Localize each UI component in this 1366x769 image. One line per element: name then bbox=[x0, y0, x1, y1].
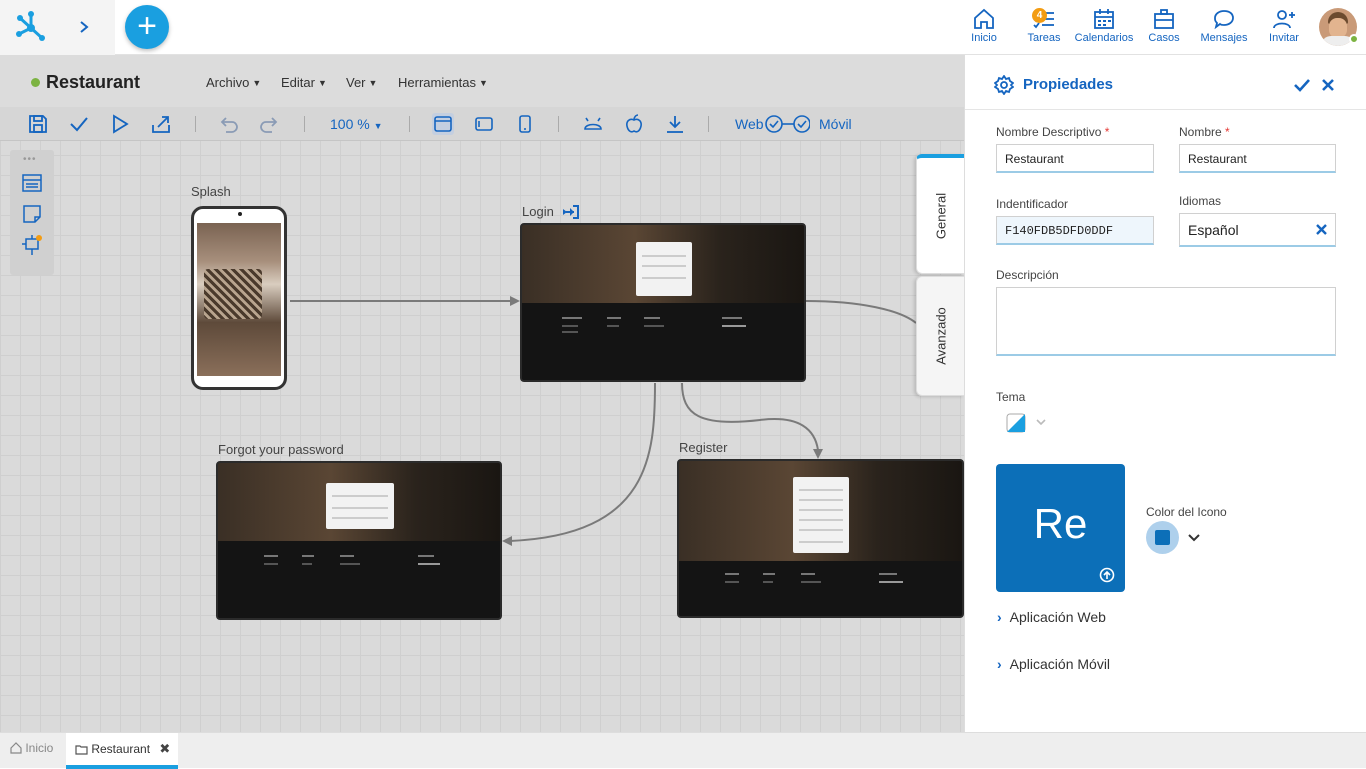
logo-area bbox=[0, 0, 115, 55]
briefcase-icon bbox=[1154, 9, 1174, 29]
design-canvas[interactable]: Restaurant Archivo ▼ Editar ▼ Ver ▼ Herrami… bbox=[0, 55, 964, 732]
node-label-forgot: Forgot your password bbox=[218, 442, 344, 457]
node-label-splash: Splash bbox=[191, 184, 231, 199]
node-label-login: Login bbox=[522, 204, 580, 219]
confirm-icon[interactable] bbox=[1293, 77, 1311, 93]
nav-invitar-label: Invitar bbox=[1269, 32, 1299, 44]
nav-inicio[interactable]: Inicio bbox=[966, 8, 1002, 48]
bottom-tab-inicio[interactable]: Inicio bbox=[10, 733, 53, 769]
chevron-down-icon[interactable] bbox=[1187, 530, 1201, 544]
idiomas-label: Idiomas bbox=[1179, 194, 1222, 208]
home-icon bbox=[974, 8, 994, 29]
nav-tareas[interactable]: 4 Tareas bbox=[1024, 8, 1064, 48]
nav-tareas-label: Tareas bbox=[1027, 32, 1061, 44]
nav-invitar[interactable]: Invitar bbox=[1266, 8, 1302, 48]
tab-general[interactable]: General bbox=[916, 154, 964, 274]
invite-icon bbox=[1273, 10, 1295, 29]
tema-label: Tema bbox=[996, 390, 1026, 404]
panel-header: Propiedades bbox=[965, 55, 1366, 110]
chevron-right-icon[interactable] bbox=[78, 20, 90, 34]
section-aplicacion-web[interactable]: › Aplicación Web bbox=[997, 609, 1106, 625]
descripcion-field[interactable] bbox=[996, 287, 1336, 356]
add-button[interactable]: + bbox=[125, 5, 169, 49]
required-icon: * bbox=[1104, 125, 1110, 139]
nav-calendarios[interactable]: Calendarios bbox=[1074, 8, 1134, 48]
tasks-badge: 4 bbox=[1032, 8, 1047, 23]
icon-color-swatch bbox=[1155, 530, 1170, 545]
upload-icon[interactable] bbox=[1099, 567, 1115, 583]
chevron-right-icon: › bbox=[997, 656, 1002, 672]
node-label-register: Register bbox=[679, 440, 728, 455]
close-tab-icon[interactable]: ✖ bbox=[159, 741, 170, 756]
login-screen-node[interactable] bbox=[520, 223, 806, 382]
register-screen-node[interactable] bbox=[677, 459, 964, 618]
nombre-label: Nombre * bbox=[1179, 125, 1230, 139]
chevron-right-icon: › bbox=[997, 609, 1002, 625]
nav-mensajes[interactable]: Mensajes bbox=[1199, 8, 1249, 48]
bottom-tab-restaurant[interactable]: Restaurant ✖ bbox=[66, 733, 178, 769]
chevron-down-icon[interactable] bbox=[1034, 415, 1048, 429]
theme-swatch-icon[interactable] bbox=[1005, 412, 1027, 434]
identificador-label: Indentificador bbox=[996, 197, 1069, 211]
calendar-icon bbox=[1094, 9, 1114, 29]
descripcion-label: Descripción bbox=[996, 268, 1059, 282]
chat-icon bbox=[1214, 10, 1234, 30]
nombre-field[interactable]: Restaurant bbox=[1179, 144, 1336, 173]
color-icono-label: Color del Icono bbox=[1146, 505, 1227, 519]
identificador-field[interactable]: F140FDB5DFD0DDF bbox=[996, 216, 1154, 245]
node-label-login-text: Login bbox=[522, 204, 554, 219]
section-aplicacion-web-label: Aplicación Web bbox=[1009, 609, 1106, 625]
tab-general-label: General bbox=[933, 192, 948, 239]
icon-color-picker[interactable] bbox=[1146, 521, 1179, 554]
home-icon bbox=[10, 742, 22, 754]
nombre-label-text: Nombre bbox=[1179, 125, 1222, 139]
online-status-icon bbox=[1349, 34, 1359, 44]
clear-icon[interactable] bbox=[1316, 224, 1327, 235]
bottom-tab-bar: Inicio Restaurant ✖ bbox=[0, 732, 1366, 769]
forgot-password-screen-node[interactable] bbox=[216, 461, 502, 620]
nombre-descriptivo-label-text: Nombre Descriptivo bbox=[996, 125, 1102, 139]
bottom-tab-inicio-label: Inicio bbox=[25, 741, 54, 755]
nav-casos-label: Casos bbox=[1148, 32, 1180, 44]
required-icon: * bbox=[1225, 125, 1230, 139]
nav-calendarios-label: Calendarios bbox=[1074, 32, 1134, 44]
panel-title: Propiedades bbox=[1023, 76, 1114, 93]
section-aplicacion-movil-label: Aplicación Móvil bbox=[1009, 656, 1111, 672]
nav-inicio-label: Inicio bbox=[971, 32, 997, 44]
gear-icon bbox=[994, 75, 1014, 95]
deyel-logo-icon[interactable] bbox=[14, 10, 48, 44]
properties-panel: Propiedades Nombre Descriptivo * Restaur… bbox=[964, 55, 1366, 732]
nombre-descriptivo-label: Nombre Descriptivo * bbox=[996, 125, 1109, 139]
folder-icon bbox=[75, 745, 88, 755]
tab-avanzado-label: Avanzado bbox=[933, 307, 948, 365]
idiomas-field[interactable]: Español bbox=[1179, 213, 1336, 247]
tab-avanzado[interactable]: Avanzado bbox=[916, 276, 964, 396]
idioma-value: Español bbox=[1188, 222, 1239, 238]
nav-mensajes-label: Mensajes bbox=[1200, 32, 1248, 44]
nombre-descriptivo-field[interactable]: Restaurant bbox=[996, 144, 1154, 173]
login-icon bbox=[563, 205, 580, 219]
flow-connectors bbox=[290, 296, 917, 546]
nav-casos[interactable]: Casos bbox=[1146, 8, 1182, 48]
splash-screen-node[interactable] bbox=[191, 206, 287, 390]
top-bar: + Inicio 4 Tareas Calendarios Casos Mens… bbox=[0, 0, 1366, 55]
close-icon[interactable] bbox=[1321, 78, 1335, 92]
bottom-tab-restaurant-label: Restaurant bbox=[91, 742, 151, 756]
section-aplicacion-movil[interactable]: › Aplicación Móvil bbox=[997, 656, 1110, 672]
